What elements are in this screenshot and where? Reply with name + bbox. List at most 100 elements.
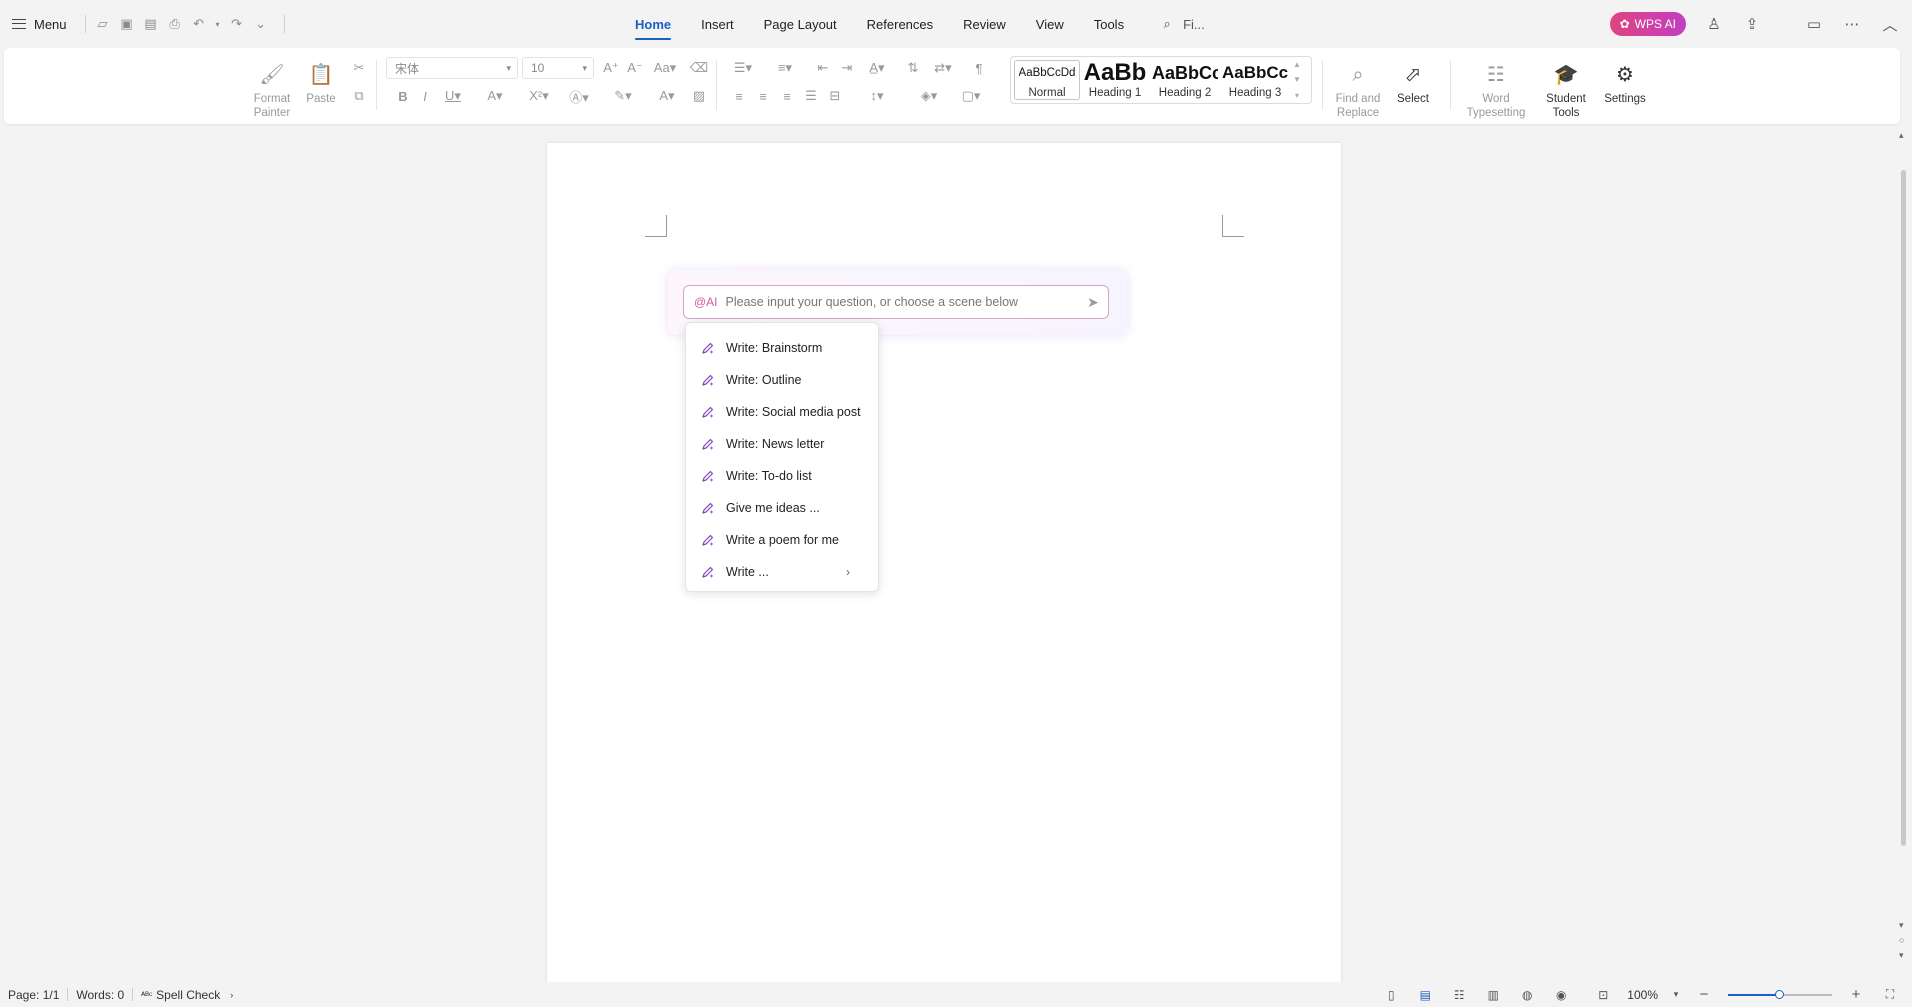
comment-icon[interactable]: ▭ [1804,14,1824,34]
format-painter-button[interactable]: 🖌 Format Painter [244,62,300,120]
chinese-layout-icon[interactable]: A̲▾ [862,58,892,78]
style-heading-1[interactable]: AaBb Heading 1 [1080,57,1150,103]
superscript-icon[interactable]: X²▾ [524,86,554,106]
shrink-font-icon[interactable]: A⁻ [624,58,646,78]
ai-prompt-input[interactable] [725,295,1070,309]
change-case-icon[interactable]: Aa▾ [650,58,680,78]
scene-item[interactable]: Write: Brainstorm [686,332,878,364]
cut-icon[interactable]: ✂ [348,58,370,78]
bold-icon[interactable]: B [392,86,414,106]
chevron-down-icon[interactable]: ▾ [1672,985,1680,1005]
scene-item[interactable]: Write a poem for me [686,524,878,556]
style-heading-2[interactable]: AaBbCc Heading 2 [1150,57,1220,103]
zoom-level[interactable]: 100% [1627,988,1658,1002]
save-icon[interactable]: ▣ [118,15,136,33]
reading-mode-icon[interactable]: ▥ [1483,985,1503,1005]
open-folder-icon[interactable]: ▱ [94,15,112,33]
style-normal[interactable]: AaBbCcDd Normal [1014,60,1080,100]
chevron-up-icon[interactable]: ▲ [1293,60,1301,69]
scene-item[interactable]: Write: Social media post [686,396,878,428]
align-center-icon[interactable]: ≡ [752,86,774,106]
align-left-icon[interactable]: ≡ [728,86,750,106]
account-icon[interactable]: ♙ [1704,14,1724,34]
save-as-icon[interactable]: ▤ [142,15,160,33]
clear-format-icon[interactable]: ⌫ [688,58,710,78]
more-icon[interactable]: ⋯ [1842,14,1862,34]
fit-page-icon[interactable]: ⊡ [1593,985,1613,1005]
borders-icon[interactable]: ▢▾ [956,86,986,106]
tab-insert[interactable]: Insert [686,0,749,48]
text-effect-icon[interactable]: Ⓐ▾ [564,86,594,106]
expand-icon[interactable]: ▾ [1295,91,1299,100]
previous-page-icon[interactable]: ▾ [1899,920,1904,931]
grow-font-icon[interactable]: A⁺ [600,58,622,78]
command-search[interactable]: ⌕ Fi... [1139,14,1204,34]
scene-item[interactable]: Write ... › [686,556,878,588]
zoom-slider-knob[interactable] [1775,989,1784,999]
print-icon[interactable]: ⎙ [166,15,184,33]
italic-icon[interactable]: I [414,86,436,106]
distributed-icon[interactable]: ⊟ [824,86,846,106]
web-layout-icon[interactable]: ◍ [1517,985,1537,1005]
word-count[interactable]: Words: 0 [68,988,132,1002]
word-typesetting-button[interactable]: ☷ Word Typesetting [1456,62,1536,120]
page-view-icon[interactable]: ▤ [1415,985,1435,1005]
next-page-icon[interactable]: ▾ [1899,950,1904,961]
numbering-icon[interactable]: ≡▾ [770,58,800,78]
select-browse-object-icon[interactable]: ○ [1899,935,1904,945]
font-name-combo[interactable]: 宋体 ▾ [386,57,518,79]
bullets-icon[interactable]: ☰▾ [728,58,758,78]
document-page[interactable] [547,143,1341,983]
copy-icon[interactable]: ⧉ [348,86,370,106]
send-icon[interactable]: ➤ [1078,294,1108,311]
sort-icon[interactable]: ⇅ [902,58,924,78]
tab-page-layout[interactable]: Page Layout [749,0,852,48]
scroll-thumb[interactable] [1901,170,1906,846]
show-marks-icon[interactable]: ¶ [968,58,990,78]
share-icon[interactable]: ⇪ [1742,14,1762,34]
find-replace-button[interactable]: ⌕ Find and Replace [1328,62,1388,120]
tab-home[interactable]: Home [620,0,686,48]
select-button[interactable]: ⬀ Select [1388,62,1438,106]
focus-mode-icon[interactable]: ▯ [1381,985,1401,1005]
align-right-icon[interactable]: ≡ [776,86,798,106]
vertical-scrollbar[interactable]: ▴ ▾ ○ ▾ [1896,130,1912,978]
scene-item[interactable]: Write: Outline [686,364,878,396]
page-indicator[interactable]: Page: 1/1 [0,988,67,1002]
undo-dropdown-icon[interactable]: ▾ [214,15,222,33]
font-color-icon[interactable]: A▾ [652,86,682,106]
tab-view[interactable]: View [1021,0,1079,48]
scene-item[interactable]: Write: News letter [686,428,878,460]
tab-review[interactable]: Review [948,0,1021,48]
styles-scroll[interactable]: ▲ ▼ ▾ [1290,57,1304,103]
char-shading-icon[interactable]: ▨ [688,86,710,106]
underline-icon[interactable]: U▾ [438,86,468,106]
zoom-slider[interactable] [1728,989,1832,999]
eye-protection-icon[interactable]: ◉ [1551,985,1571,1005]
customize-toolbar-icon[interactable]: ⌄ [252,15,270,33]
justify-icon[interactable]: ☰ [800,86,822,106]
increase-indent-icon[interactable]: ⇥ [836,58,858,78]
paste-button[interactable]: 📋 Paste [298,62,344,106]
line-spacing-icon[interactable]: ↕▾ [862,86,892,106]
zoom-out-icon[interactable]: − [1694,985,1714,1005]
zoom-in-icon[interactable]: + [1846,985,1866,1005]
undo-icon[interactable]: ↶ [190,15,208,33]
menu-button[interactable]: Menu [2,9,77,39]
strikethrough-icon[interactable]: A▾ [480,86,510,106]
text-direction-icon[interactable]: ⇄▾ [928,58,958,78]
decrease-indent-icon[interactable]: ⇤ [812,58,834,78]
spell-check-button[interactable]: ᴬᴮᶜ Spell Check › [133,988,241,1002]
settings-button[interactable]: ⚙ Settings [1596,62,1654,106]
fullscreen-icon[interactable]: ⛶ [1880,985,1900,1005]
font-size-combo[interactable]: 10 ▾ [522,57,594,79]
redo-icon[interactable]: ↷ [228,15,246,33]
outline-view-icon[interactable]: ☷ [1449,985,1469,1005]
scene-item[interactable]: Give me ideas ... [686,492,878,524]
chevron-down-icon[interactable]: ▼ [1293,75,1301,84]
shading-icon[interactable]: ◈▾ [914,86,944,106]
wps-ai-button[interactable]: ✿ WPS AI [1609,12,1686,36]
scene-item[interactable]: Write: To-do list [686,460,878,492]
student-tools-button[interactable]: 🎓 Student Tools [1540,62,1592,120]
tab-tools[interactable]: Tools [1079,0,1139,48]
